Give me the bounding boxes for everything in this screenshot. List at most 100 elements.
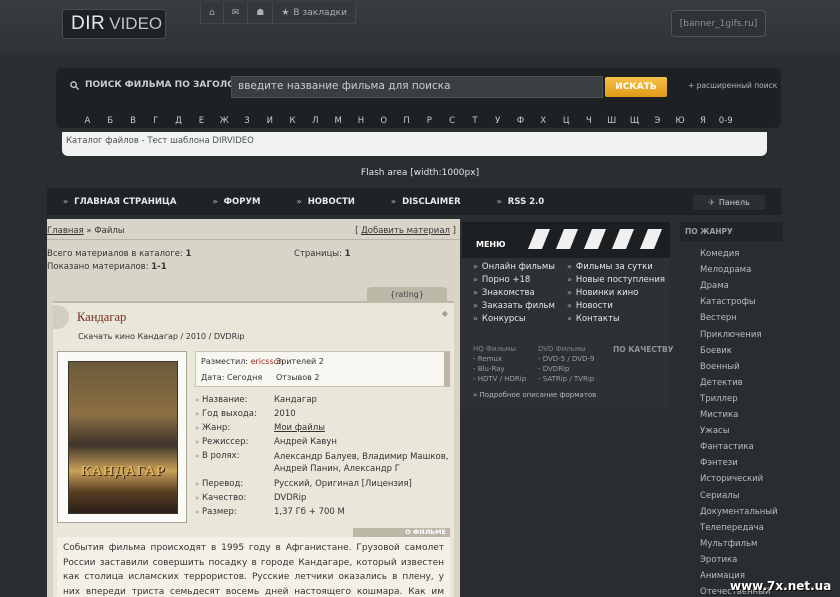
- menu-item[interactable]: » Знакомства: [473, 288, 535, 298]
- genre-link[interactable]: Сериалы: [700, 491, 739, 501]
- genre-link[interactable]: Фантастика: [700, 442, 754, 452]
- letter-filter-link[interactable]: Ч: [578, 116, 601, 126]
- menu-item[interactable]: » Онлайн фильмы: [473, 262, 555, 272]
- quality-link[interactable]: - DVD-5 / DVD-9: [538, 355, 594, 363]
- nav-item[interactable]: » RSS 2.0: [497, 197, 545, 207]
- expand-icon[interactable]: ◆: [442, 309, 448, 318]
- menu-item-label: Знакомства: [481, 288, 535, 298]
- genre-link[interactable]: Документальный: [700, 507, 778, 517]
- views-count: Зрителей 2: [276, 357, 324, 366]
- genre-link[interactable]: Приключения: [700, 330, 761, 340]
- chevron-icon: »: [567, 288, 572, 297]
- search-input[interactable]: введите название фильма для поиска: [231, 76, 603, 98]
- menu-item[interactable]: » Новые поступления: [567, 275, 665, 285]
- letter-filter-link[interactable]: Р: [418, 116, 441, 126]
- quality-link[interactable]: - Remux: [473, 355, 502, 363]
- nav-item[interactable]: » ФОРУМ: [212, 197, 260, 207]
- menu-item-label: Контакты: [575, 314, 620, 324]
- detail-value: Кандагар: [274, 395, 317, 405]
- genre-link[interactable]: Комедия: [700, 249, 739, 259]
- quality-link[interactable]: - Blu-Ray: [473, 365, 505, 373]
- breadcrumb-home-link[interactable]: Главная: [47, 226, 84, 236]
- genre-link[interactable]: Мистика: [700, 410, 738, 420]
- menu-item[interactable]: » Новости: [567, 301, 613, 311]
- letter-filter-link[interactable]: П: [395, 116, 418, 126]
- movie-card: Кандагар ◆ Скачать кино Кандагар / 2010 …: [53, 301, 454, 597]
- letter-filter-link[interactable]: Х: [532, 116, 555, 126]
- letter-filter-link[interactable]: Ю: [669, 116, 692, 126]
- home-icon[interactable]: ⌂: [201, 2, 224, 23]
- genre-link[interactable]: Детектив: [700, 378, 743, 388]
- letter-filter-link[interactable]: Т: [464, 116, 487, 126]
- advanced-search-link[interactable]: + расширенный поиск: [688, 81, 777, 90]
- menu-item[interactable]: » Заказать фильм: [473, 301, 555, 311]
- formats-link[interactable]: » Подробное описание форматов: [473, 391, 596, 399]
- menu-item[interactable]: » Конкурсы: [473, 314, 526, 324]
- letter-filter-link[interactable]: К: [281, 116, 304, 126]
- quality-link[interactable]: - DVDRip: [538, 365, 569, 373]
- pages-value[interactable]: 1: [345, 249, 351, 259]
- detail-value[interactable]: Мои файлы: [274, 423, 325, 433]
- letter-filter-link[interactable]: З: [236, 116, 259, 126]
- genre-link[interactable]: Исторический: [700, 474, 763, 484]
- genre-link[interactable]: Мелодрама: [700, 265, 751, 275]
- search-button[interactable]: ИСКАТЬ: [605, 77, 667, 97]
- genre-link[interactable]: Боевик: [700, 346, 732, 356]
- chevron-icon: »: [473, 262, 478, 271]
- rating-tab: {rating}: [367, 287, 447, 302]
- genre-link[interactable]: Фэнтези: [700, 458, 738, 468]
- genre-link[interactable]: Ужасы: [700, 426, 729, 436]
- letter-filter-link[interactable]: А: [76, 116, 99, 126]
- letter-filter-link[interactable]: Ф: [509, 116, 532, 126]
- genre-link[interactable]: Мультфильм: [700, 539, 757, 549]
- menu-item[interactable]: » Порно +18: [473, 275, 530, 285]
- add-material-link[interactable]: [ Добавить материал ]: [355, 226, 456, 236]
- quality-link[interactable]: - SATRip / TVRip: [538, 375, 594, 383]
- letter-filter-link[interactable]: Д: [167, 116, 190, 126]
- nav-item[interactable]: » НОВОСТИ: [297, 197, 355, 207]
- letter-filter-link[interactable]: Б: [99, 116, 122, 126]
- menu-item[interactable]: » Контакты: [567, 314, 620, 324]
- genre-link[interactable]: Вестерн: [700, 313, 737, 323]
- movie-poster[interactable]: КАНДАГАР: [57, 351, 187, 523]
- genre-link[interactable]: Военный: [700, 362, 740, 372]
- letter-filter-link[interactable]: Ш: [600, 116, 623, 126]
- letter-filter-link[interactable]: Ж: [213, 116, 236, 126]
- letter-filter-link[interactable]: И: [258, 116, 281, 126]
- genre-link[interactable]: Драма: [700, 281, 729, 291]
- quality-link[interactable]: - HDTV / HDRip: [473, 375, 526, 383]
- letter-filter-link[interactable]: О: [372, 116, 395, 126]
- letter-filter-link[interactable]: Э: [646, 116, 669, 126]
- letter-filter-link[interactable]: Н: [350, 116, 373, 126]
- letter-filter-link[interactable]: Щ: [623, 116, 646, 126]
- panel-button[interactable]: ✈ Панель: [693, 195, 765, 210]
- genre-link[interactable]: Катастрофы: [700, 297, 756, 307]
- letter-filter-link[interactable]: У: [486, 116, 509, 126]
- letter-filter-link[interactable]: Е: [190, 116, 213, 126]
- letter-filter-link[interactable]: М: [327, 116, 350, 126]
- letter-filter-link[interactable]: С: [441, 116, 464, 126]
- mail-icon[interactable]: ✉: [224, 2, 249, 23]
- detail-key: » Год выхода:: [195, 409, 257, 419]
- nav-item[interactable]: » DISCLAIMER: [391, 197, 461, 207]
- site-logo[interactable]: DIR VIDEO: [62, 9, 166, 39]
- genre-link[interactable]: Телепередача: [700, 523, 764, 533]
- banner-placeholder[interactable]: [banner_1gifs.ru]: [671, 10, 766, 37]
- users-icon[interactable]: ☗: [248, 2, 274, 23]
- genre-link[interactable]: Эротика: [700, 555, 737, 565]
- bookmark-link[interactable]: ★ В закладки: [273, 2, 355, 23]
- menu-item[interactable]: » Новинки кино: [567, 288, 638, 298]
- letter-filter-link[interactable]: 0-9: [714, 116, 737, 126]
- letter-filter-link[interactable]: Ц: [555, 116, 578, 126]
- letter-filter-link[interactable]: Л: [304, 116, 327, 126]
- genre-link[interactable]: Триллер: [700, 394, 738, 404]
- menu-item[interactable]: » Фильмы за сутки: [567, 262, 653, 272]
- movie-title[interactable]: Кандагар: [77, 310, 126, 325]
- nav-item[interactable]: » ГЛАВНАЯ СТРАНИЦА: [63, 197, 176, 207]
- letter-filter-link[interactable]: Г: [144, 116, 167, 126]
- genre-header: ПО ЖАНРУ: [680, 222, 783, 241]
- letter-filter-link[interactable]: Я: [692, 116, 715, 126]
- clapper-stripe: [555, 229, 579, 249]
- content-breadcrumb: Главная » Файлы: [47, 226, 125, 236]
- letter-filter-link[interactable]: В: [122, 116, 145, 126]
